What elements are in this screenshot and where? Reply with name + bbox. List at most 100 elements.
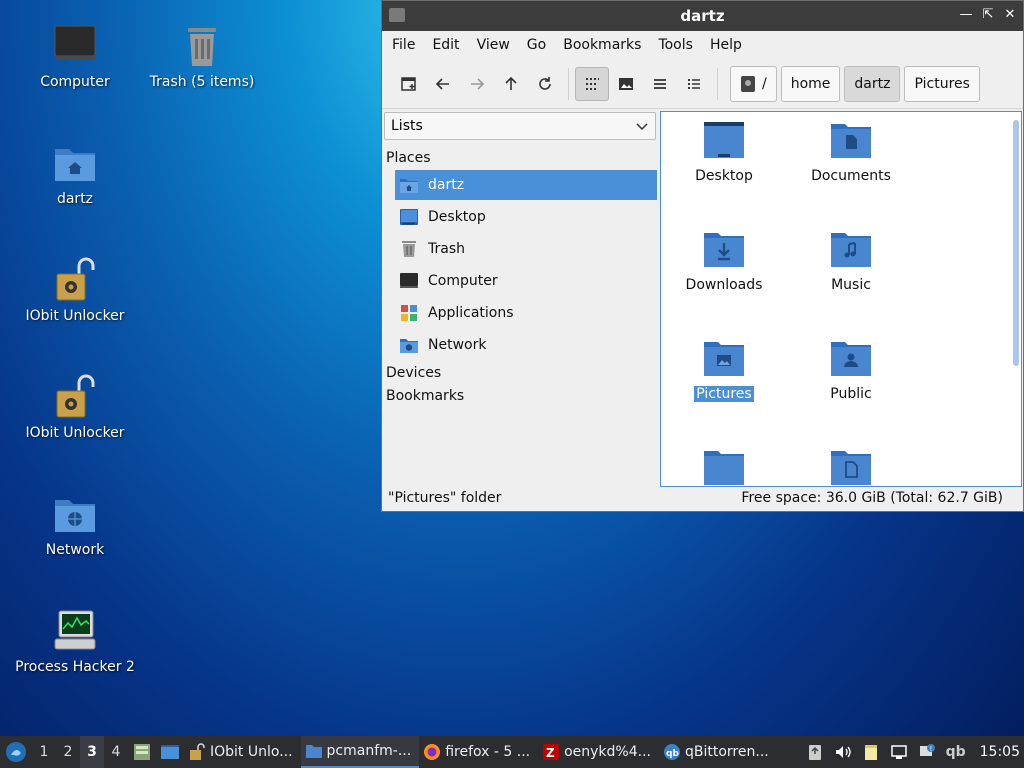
toolbar-separator — [717, 67, 718, 100]
maximize-button[interactable]: ⇱ — [981, 6, 995, 24]
drive-icon — [741, 75, 755, 92]
desktop-icon-label: dartz — [56, 191, 94, 207]
trash-icon — [188, 28, 216, 66]
task-label: qBittorren... — [685, 744, 769, 760]
start-menu-button[interactable] — [0, 741, 32, 763]
svg-text:!: ! — [929, 745, 932, 753]
qbittorrent-tray-icon[interactable]: qb — [946, 744, 966, 760]
side-pane-mode-select[interactable]: Lists — [384, 112, 656, 140]
arrow-left-icon — [435, 77, 449, 90]
desktop-icon-process-hacker[interactable]: Process Hacker 2 — [10, 607, 140, 675]
thumbnail-view-button[interactable] — [609, 67, 643, 101]
desktop-icon-iobit-2[interactable]: IObit Unlocker — [10, 373, 140, 441]
sidebar-item-network[interactable]: Network — [395, 330, 657, 360]
task-iobit[interactable]: IObit Unlo... — [184, 736, 301, 768]
vertical-scrollbar[interactable] — [1013, 120, 1019, 366]
firefox-icon — [424, 744, 441, 760]
menu-edit[interactable]: Edit — [432, 37, 470, 53]
trash-icon — [402, 241, 416, 257]
clipboard-icon[interactable] — [806, 743, 824, 761]
file-item-templates[interactable] — [796, 447, 906, 486]
workspace-4[interactable]: 4 — [104, 744, 128, 760]
workspace-2[interactable]: 2 — [56, 744, 80, 760]
file-item-downloads[interactable]: Downloads — [669, 229, 779, 293]
network-wired-icon[interactable] — [890, 743, 908, 761]
bookmarks-heading[interactable]: Bookmarks — [386, 388, 464, 404]
detailed-list-view-button[interactable] — [677, 67, 711, 101]
unlock-icon — [56, 374, 95, 418]
path-root-button[interactable]: / — [730, 65, 777, 102]
notes-icon[interactable] — [862, 743, 880, 761]
volume-icon[interactable] — [834, 743, 852, 761]
folder-view[interactable]: Desktop Documents Downloads Music Pictur… — [660, 111, 1022, 487]
reload-button[interactable] — [528, 67, 562, 101]
menu-help[interactable]: Help — [710, 37, 753, 53]
side-pane-mode-value: Lists — [391, 118, 423, 134]
compact-view-button[interactable] — [643, 67, 677, 101]
desktop-icon-home[interactable]: dartz — [10, 139, 140, 207]
task-firefox[interactable]: firefox - 5 ... — [419, 736, 538, 768]
path-segment-pictures[interactable]: Pictures — [904, 65, 980, 102]
task-pcmanfm[interactable]: pcmanfm-... — [300, 736, 420, 768]
back-button[interactable] — [426, 67, 460, 101]
up-button[interactable] — [494, 67, 528, 101]
quicklaunch-show-desktop[interactable] — [156, 742, 184, 762]
close-button[interactable]: ✕ — [1003, 6, 1017, 24]
task-qbittorrent[interactable]: qb qBittorren... — [659, 736, 777, 768]
sidebar-item-applications[interactable]: Applications — [395, 298, 657, 328]
icon-view-button[interactable] — [575, 66, 609, 101]
window-titlebar[interactable]: dartz — ⇱ ✕ — [382, 1, 1023, 31]
forward-button[interactable] — [460, 67, 494, 101]
file-item-desktop[interactable]: Desktop — [669, 120, 779, 184]
status-selection: "Pictures" folder — [388, 490, 502, 506]
task-filezilla[interactable]: Z oenykd%4... — [538, 736, 659, 768]
task-label: firefox - 5 ... — [445, 744, 531, 760]
file-item-documents[interactable]: Documents — [796, 120, 906, 184]
file-item-public[interactable]: Public — [796, 338, 906, 402]
menu-bar: File Edit View Go Bookmarks Tools Help — [382, 31, 1023, 59]
menu-bookmarks[interactable]: Bookmarks — [563, 37, 652, 53]
new-tab-button[interactable] — [392, 67, 426, 101]
workspace-3[interactable]: 3 — [80, 736, 104, 768]
status-bar: "Pictures" folder Free space: 36.0 GiB (… — [382, 485, 1023, 511]
places-heading[interactable]: Places — [386, 150, 431, 166]
task-label: pcmanfm-... — [326, 743, 412, 759]
file-item-music[interactable]: Music — [796, 229, 906, 293]
sidebar-item-label: dartz — [428, 177, 465, 193]
file-item-pictures[interactable]: Pictures — [669, 338, 779, 402]
menu-file[interactable]: File — [392, 37, 426, 53]
sidebar-item-desktop[interactable]: Desktop — [395, 202, 657, 232]
home-folder-icon — [55, 149, 95, 181]
menu-tools[interactable]: Tools — [658, 37, 704, 53]
grid-view-icon — [586, 77, 599, 90]
task-label: oenykd%4... — [564, 744, 651, 760]
devices-heading[interactable]: Devices — [386, 365, 441, 381]
new-tab-icon — [401, 76, 416, 91]
quicklaunch-file-manager[interactable] — [128, 742, 156, 762]
reload-icon — [539, 76, 551, 90]
path-segment-dartz[interactable]: dartz — [844, 65, 901, 102]
file-item-folder[interactable] — [669, 447, 779, 486]
path-bar: / home dartz Pictures — [730, 65, 984, 102]
sidebar-item-trash[interactable]: Trash — [395, 234, 657, 264]
desktop-icon-computer[interactable]: Computer — [10, 22, 140, 90]
file-item-label: Desktop — [695, 168, 753, 184]
sidebar-item-dartz[interactable]: dartz — [395, 170, 657, 200]
workspace-1[interactable]: 1 — [32, 744, 56, 760]
path-segment-home[interactable]: home — [780, 65, 841, 102]
arrow-right-icon — [471, 77, 485, 90]
menu-view[interactable]: View — [477, 37, 521, 53]
desktop-icon-network[interactable]: Network — [10, 490, 140, 558]
window-title: dartz — [680, 7, 725, 25]
update-notifier-icon[interactable]: ! — [918, 743, 936, 761]
desktop-icon-iobit-1[interactable]: IObit Unlocker — [10, 256, 140, 324]
clock[interactable]: 15:05 — [980, 744, 1020, 760]
desktop-icon-label: Network — [45, 542, 105, 558]
computer-icon — [54, 25, 96, 60]
desktop-icon-trash[interactable]: Trash (5 items) — [137, 22, 267, 90]
sidebar-item-computer[interactable]: Computer — [395, 266, 657, 296]
detailed-list-icon — [688, 78, 700, 89]
minimize-button[interactable]: — — [959, 6, 973, 24]
sidebar-item-label: Trash — [428, 241, 465, 257]
menu-go[interactable]: Go — [527, 37, 557, 53]
